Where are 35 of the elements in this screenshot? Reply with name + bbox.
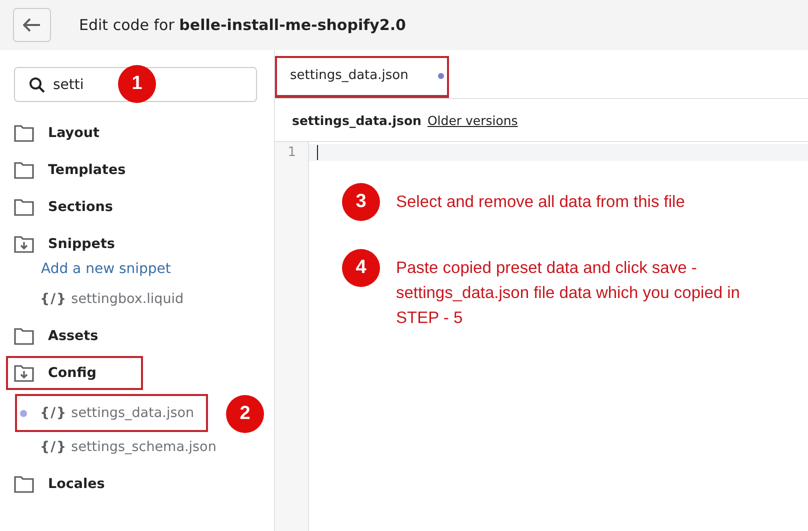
step-badge: 2 — [226, 395, 264, 433]
file-item[interactable]: {/} settings_schema.json — [0, 433, 216, 461]
code-file-icon: {/} — [40, 291, 68, 307]
step-badge: 4 — [342, 249, 380, 287]
folder-item[interactable]: Config — [8, 358, 141, 388]
folder-icon — [14, 124, 34, 142]
folder-icon — [14, 327, 34, 345]
file-tab[interactable]: settings_data.json — [275, 56, 449, 98]
step-badge: 3 — [342, 183, 380, 221]
folder-item[interactable]: Templates — [13, 155, 133, 185]
file-item[interactable]: {/} settings_data.json — [17, 396, 206, 430]
older-versions-link[interactable]: Older versions — [427, 112, 518, 128]
folder-item[interactable]: Layout — [13, 118, 133, 148]
folder-item[interactable]: Snippets — [13, 229, 133, 259]
file-item[interactable]: {/} settingbox.liquid — [0, 285, 184, 313]
code-file-icon: {/} — [40, 405, 68, 421]
search-icon — [29, 77, 45, 93]
instruction-text: Select and remove all data from this file — [396, 192, 686, 213]
page-title: Edit code for belle-install-me-shopify2.0 — [79, 16, 406, 34]
folder-item[interactable]: Locales — [13, 469, 133, 499]
folder-icon — [14, 198, 34, 216]
instruction-text: Paste copied preset data and click save - settings_data.json file data which you copied in STEP - 5 — [396, 258, 741, 329]
back-arrow-icon — [23, 18, 41, 32]
add-snippet-link[interactable]: Add a new snippet — [41, 261, 274, 277]
folder-icon — [14, 475, 34, 493]
file-name: settings_data.json — [292, 112, 422, 128]
back-button[interactable] — [13, 8, 51, 42]
line-number: 1 — [286, 145, 297, 162]
folder-down-arrow-icon — [14, 235, 34, 253]
folder-item[interactable]: Sections — [13, 192, 133, 222]
folder-item[interactable]: Assets — [13, 321, 133, 351]
folder-down-arrow-icon — [14, 364, 34, 382]
folder-icon — [14, 161, 34, 179]
text-cursor — [317, 145, 318, 160]
code-file-icon: {/} — [40, 439, 68, 455]
